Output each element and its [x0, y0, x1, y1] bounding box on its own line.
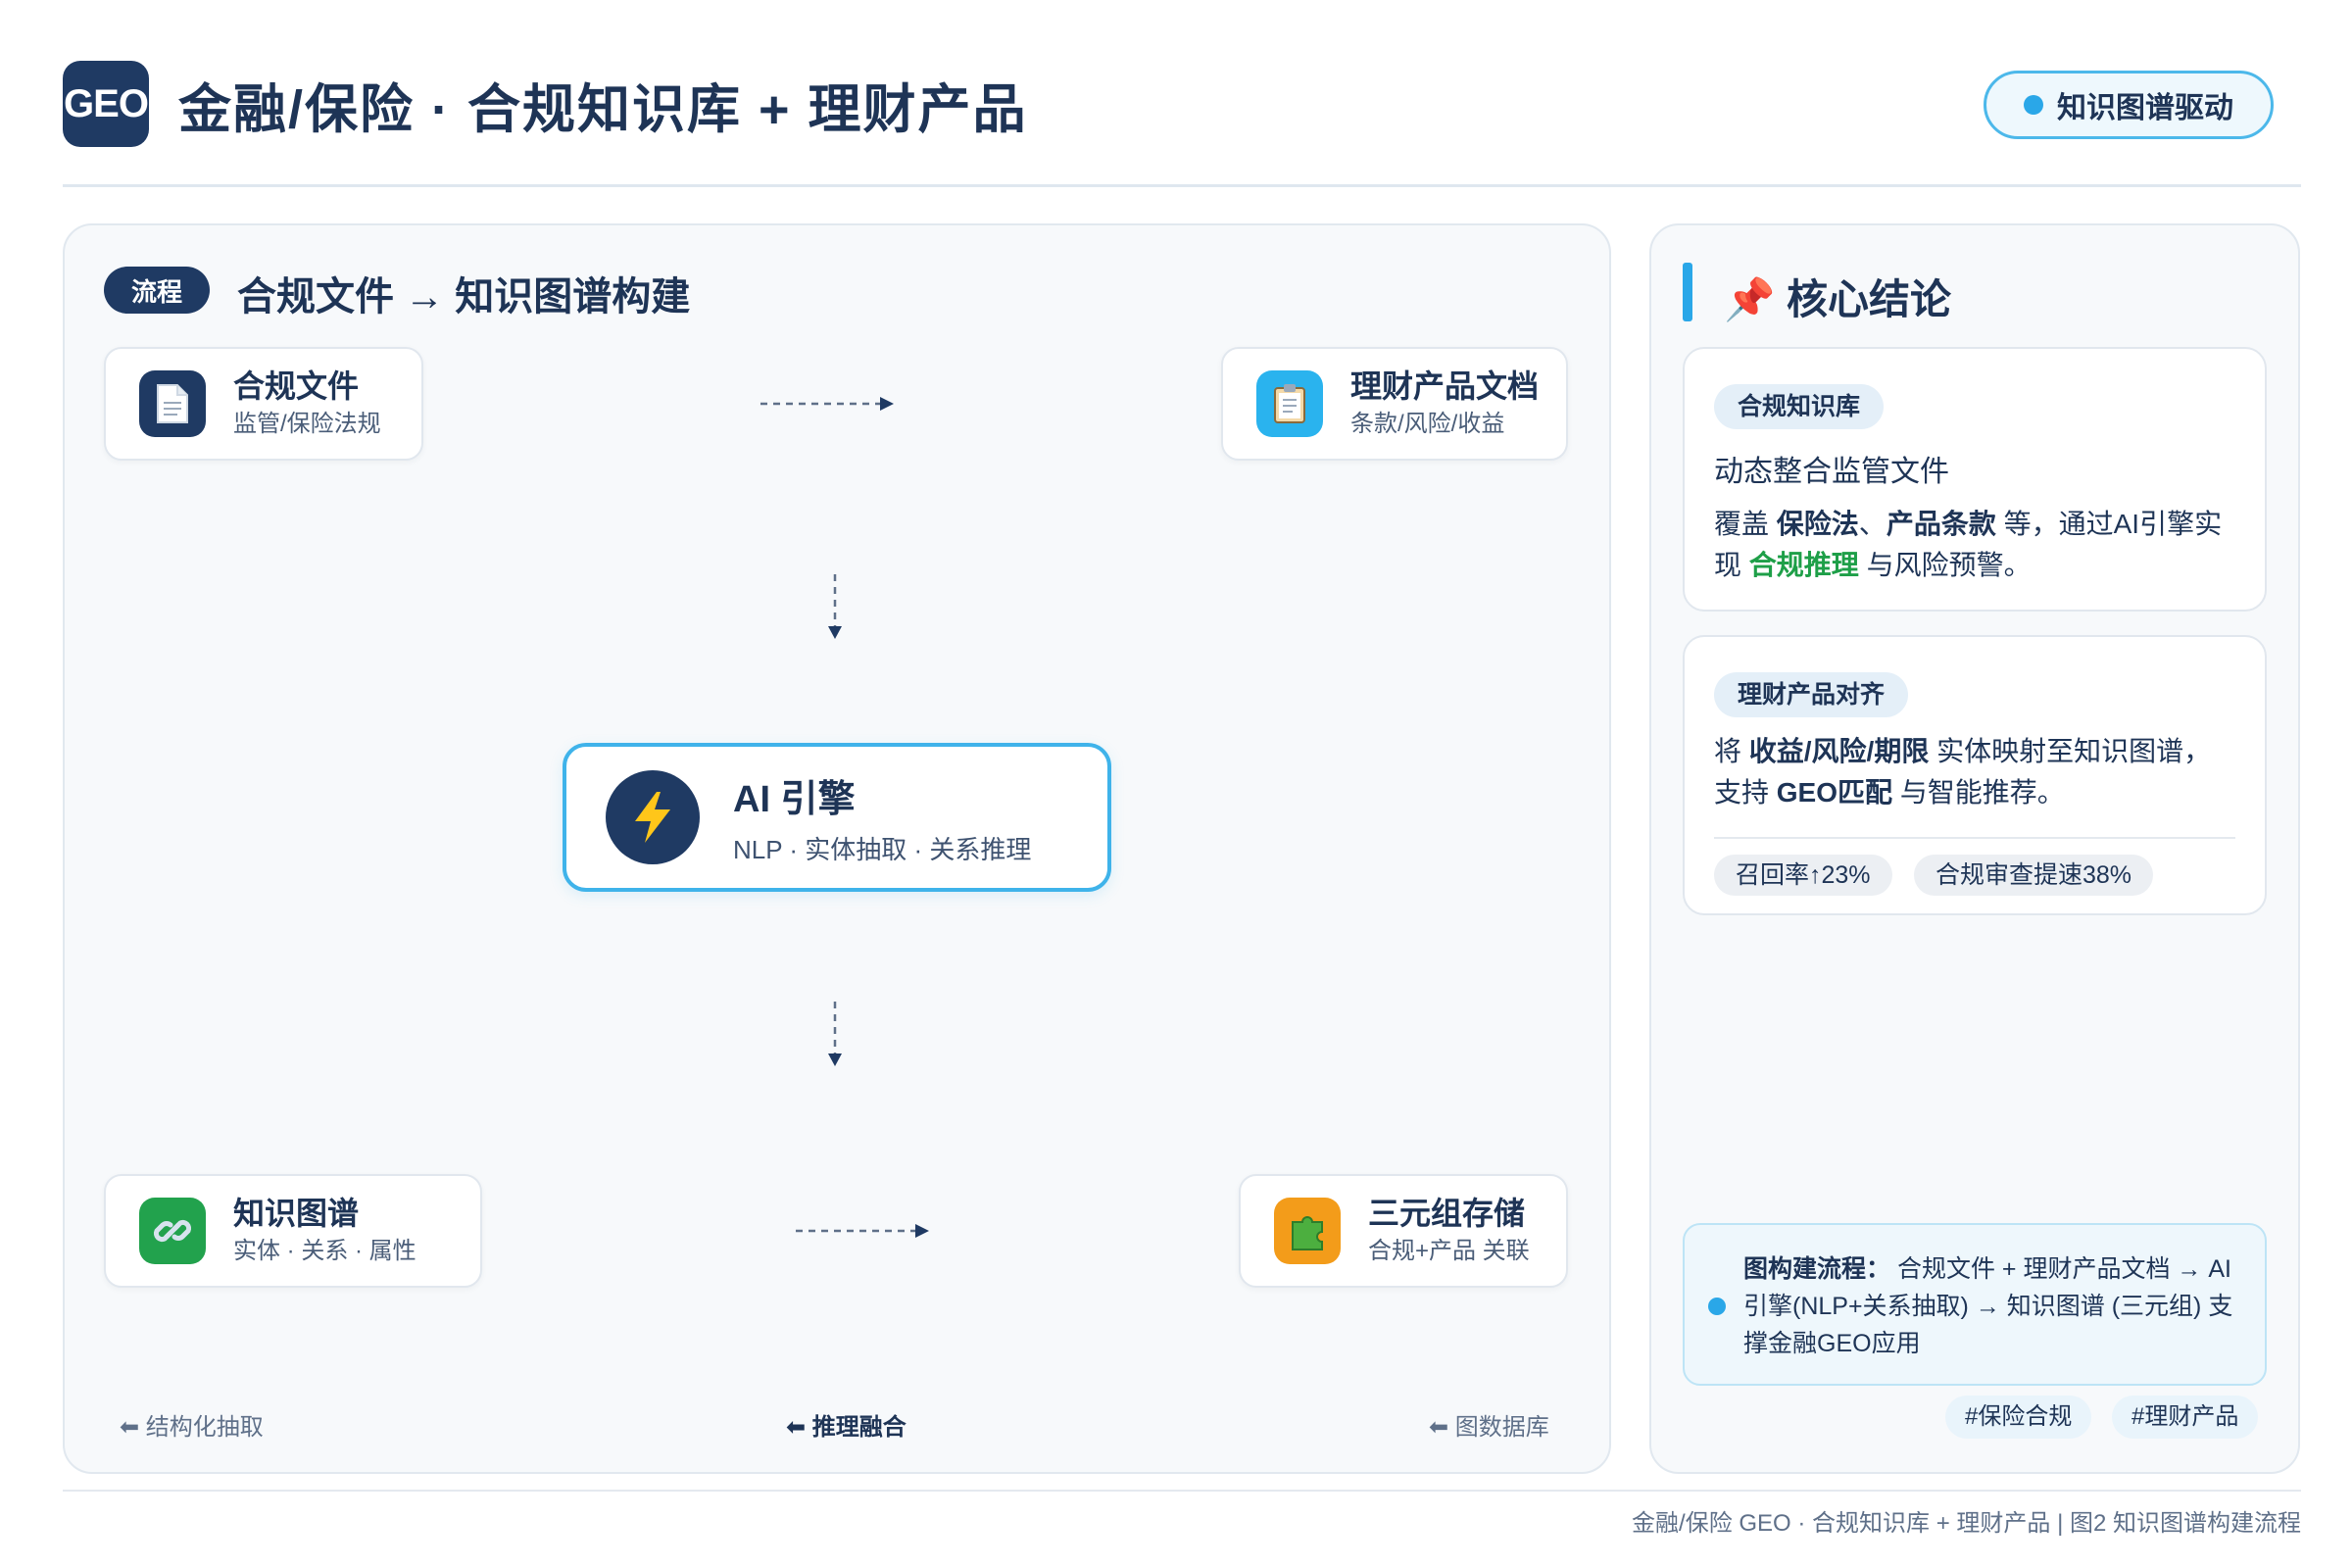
knowledge-graph-badge[interactable]: 知识图谱驱动	[1984, 71, 2274, 139]
card-pill: 理财产品对齐	[1714, 672, 1909, 717]
card-text: 将 收益/风险/期限 实体映射至知识图谱，支持 GEO匹配 与智能推荐。	[1714, 736, 2212, 808]
node-product-docs[interactable]: 理财产品文档 条款/风险/收益	[1221, 347, 1568, 461]
node-title: 三元组存储	[1368, 1196, 1526, 1231]
node-title: AI 引擎	[733, 779, 856, 820]
card-product-alignment: 理财产品对齐 将 收益/风险/期限 实体映射至知识图谱，支持 GEO匹配 与智能…	[1683, 635, 2267, 915]
conclusion-title: 📌 核心结论	[1724, 276, 1951, 322]
card-text: 覆盖 保险法、产品条款 等，通过AI引擎实现 合规推理 与风险预警。	[1714, 509, 2223, 580]
hint-extraction: ⬅ 结构化抽取	[120, 1414, 264, 1441]
lightning-icon	[606, 770, 700, 864]
conclusion-panel: 📌 核心结论 合规知识库 动态整合监管文件 覆盖 保险法、产品条款 等，通过AI…	[1649, 223, 2300, 1474]
footer-caption: 金融/保险 GEO · 合规知识库 + 理财产品 | 图2 知识图谱构建流程	[1632, 1510, 2301, 1537]
footer-divider	[63, 1490, 2301, 1492]
geo-logo: GEO	[63, 61, 149, 147]
node-triple-store[interactable]: 三元组存储 合规+产品 关联	[1239, 1174, 1568, 1288]
document-icon	[139, 370, 206, 437]
node-compliance-docs[interactable]: 合规文件 监管/保险法规	[104, 347, 423, 461]
page-header: GEO 金融/保险 · 合规知识库 + 理财产品 知识图谱驱动	[63, 57, 2289, 151]
card-compliance-kb: 合规知识库 动态整合监管文件 覆盖 保险法、产品条款 等，通过AI引擎实现 合规…	[1683, 347, 2267, 612]
stat-review-speed: 合规审查提速38%	[1914, 855, 2154, 896]
puzzle-icon	[1274, 1198, 1341, 1264]
node-subtitle: 实体 · 关系 · 属性	[233, 1238, 416, 1264]
dot-icon	[1708, 1298, 1726, 1315]
dot-icon	[2024, 95, 2043, 115]
hint-fusion: ⬅ 推理融合	[786, 1414, 906, 1441]
node-knowledge-graph[interactable]: 知识图谱 实体 · 关系 · 属性	[104, 1174, 482, 1288]
node-title: 合规文件	[233, 368, 360, 404]
badge-label: 知识图谱驱动	[2057, 92, 2233, 124]
flow-panel: 流程 合规文件 → 知识图谱构建 合规文件 监管/保险法规 理财产品文档 条款/…	[63, 223, 1611, 1474]
tag-wealth-products[interactable]: #理财产品	[2112, 1396, 2259, 1439]
node-title: 知识图谱	[233, 1196, 360, 1231]
stats-row: 召回率↑23% 合规审查提速38%	[1714, 855, 2235, 896]
tag-insurance-compliance[interactable]: #保险合规	[1945, 1396, 2092, 1439]
card-subtitle: 动态整合监管文件	[1714, 456, 1949, 488]
clipboard-icon	[1256, 370, 1323, 437]
node-subtitle: 合规+产品 关联	[1368, 1238, 1530, 1264]
title-accent-bar	[1683, 263, 1692, 321]
node-ai-engine[interactable]: AI 引擎 NLP · 实体抽取 · 关系推理	[563, 743, 1111, 892]
link-icon	[139, 1198, 206, 1264]
node-subtitle: 监管/保险法规	[233, 411, 381, 437]
header-divider	[63, 184, 2301, 187]
page-title: 金融/保险 · 合规知识库 + 理财产品	[178, 79, 1028, 139]
stat-recall: 召回率↑23%	[1714, 855, 1892, 896]
node-subtitle: 条款/风险/收益	[1350, 411, 1505, 437]
process-summary: 图构建流程： 合规文件 + 理财产品文档 → AI引擎(NLP+关系抽取) → …	[1683, 1223, 2267, 1386]
summary-text: 图构建流程： 合规文件 + 理财产品文档 → AI引擎(NLP+关系抽取) → …	[1743, 1255, 2233, 1357]
hint-graph-db: ⬅ 图数据库	[1429, 1414, 1549, 1441]
card-divider	[1714, 837, 2235, 839]
card-pill: 合规知识库	[1714, 384, 1885, 429]
node-subtitle: NLP · 实体抽取 · 关系推理	[733, 835, 1032, 864]
node-title: 理财产品文档	[1350, 368, 1540, 404]
